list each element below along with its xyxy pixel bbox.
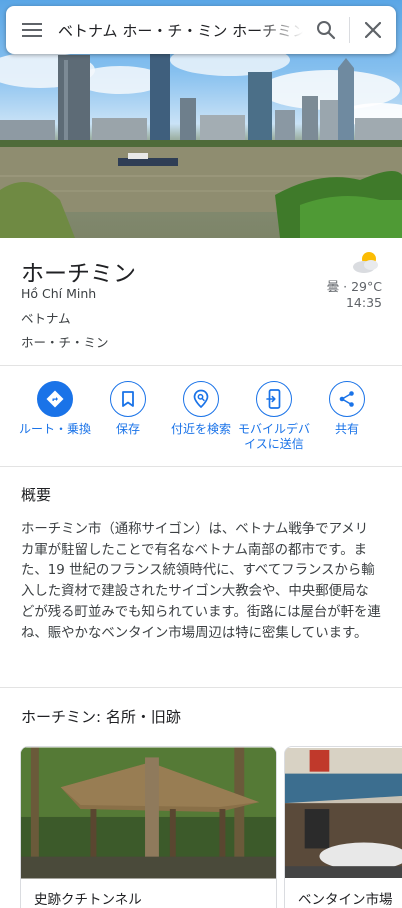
send-to-phone-button[interactable]: モバイルデバ イスに送信 <box>234 381 314 452</box>
close-icon <box>365 22 381 38</box>
save-button[interactable]: 保存 <box>88 381 168 437</box>
directions-label: ルート・乗換 <box>18 422 91 436</box>
send-to-phone-label-line2: イスに送信 <box>244 437 304 451</box>
nearby-icon <box>193 389 209 409</box>
overview-body: ホーチミン市（通称サイゴン）は、ベトナム戦争でアメリカ軍が駐留したことで有名なベ… <box>21 522 381 641</box>
nearby-label: 付近を検索 <box>170 422 231 436</box>
send-to-phone-icon <box>266 389 281 409</box>
search-icon <box>317 21 336 40</box>
weather-widget[interactable]: 曇 · 29°C 14:35 <box>302 250 382 310</box>
overview-section: 概要 ホーチミン市（通称サイゴン）は、ベトナム戦争でアメリカ軍が駐留したことで有… <box>0 468 402 688</box>
directions-icon <box>46 390 64 408</box>
bookmark-icon <box>122 391 134 407</box>
action-bar: ルート・乗換 保存 付近を検索 モバイルデバ イスに送信 共有 <box>0 367 402 467</box>
overview-heading: 概要 <box>21 486 52 504</box>
place-country: ベトナム <box>21 311 71 326</box>
send-to-phone-label-line1: モバイルデバ <box>237 422 310 436</box>
search-input[interactable]: ベトナム ホー・チ・ミン ホーチミン <box>58 20 303 41</box>
place-reading: ホー・チ・ミン <box>21 335 109 350</box>
share-icon <box>339 391 354 407</box>
sight-title: ベンタイン市場 <box>298 892 393 908</box>
save-label: 保存 <box>115 422 140 436</box>
sight-card-ben-thanh[interactable]: ベンタイン市場 <box>284 746 402 908</box>
sight-card-cu-chi[interactable]: 史跡クチトンネル <box>20 746 277 908</box>
sight-photo <box>21 747 276 879</box>
sight-photo <box>285 748 402 878</box>
sight-title: 史跡クチトンネル <box>34 892 142 908</box>
menu-button[interactable] <box>6 6 58 54</box>
hamburger-menu-icon <box>22 23 42 37</box>
directions-button[interactable]: ルート・乗換 <box>15 381 95 437</box>
close-button[interactable] <box>350 6 396 54</box>
place-header: ホーチミン Hồ Chí Minh ベトナム ホー・チ・ミン 曇 · 29°C … <box>0 238 402 366</box>
nearby-button[interactable]: 付近を検索 <box>161 381 241 437</box>
share-button[interactable]: 共有 <box>307 381 387 437</box>
partly-cloudy-icon <box>353 252 378 273</box>
place-native-name: Hồ Chí Minh <box>21 286 97 301</box>
search-bar[interactable]: ベトナム ホー・チ・ミン ホーチミン <box>6 6 396 54</box>
place-title: ホーチミン <box>21 261 136 287</box>
share-label: 共有 <box>334 422 359 436</box>
weather-condition: 曇 · 29°C <box>326 279 382 294</box>
send-to-phone-label: モバイルデバ イスに送信 <box>234 422 314 452</box>
weather-time: 14:35 <box>345 295 382 310</box>
sights-heading: ホーチミン: 名所・旧跡 <box>21 708 181 726</box>
search-button[interactable] <box>303 6 349 54</box>
